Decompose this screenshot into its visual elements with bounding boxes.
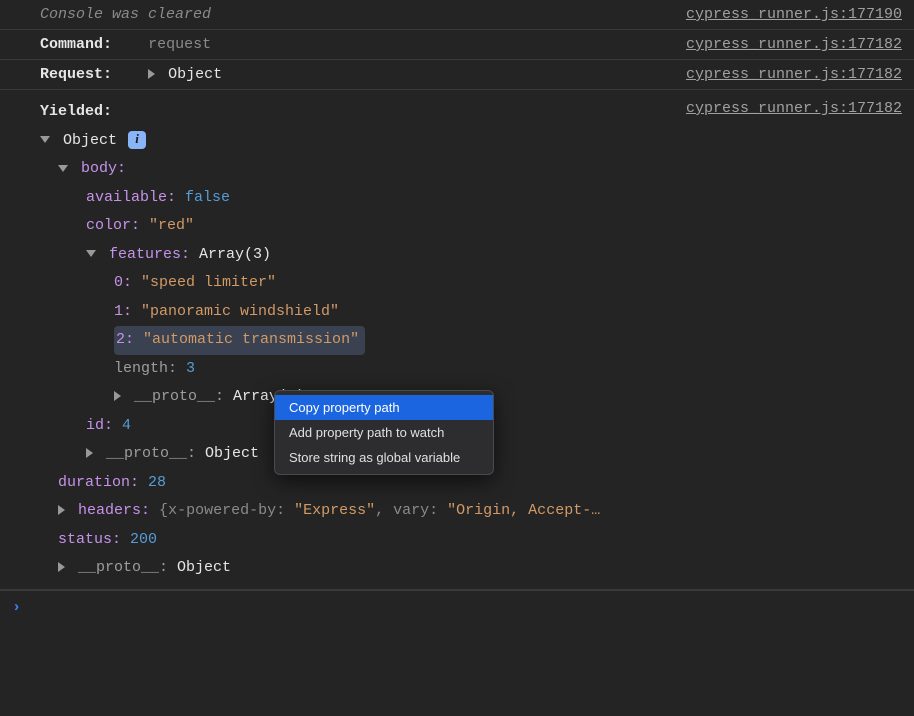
expand-arrow-icon[interactable]: [58, 505, 65, 515]
inline-key: x-powered-by:: [168, 502, 285, 519]
prop-value: false: [185, 189, 230, 206]
cleared-text: Console was cleared: [40, 6, 686, 23]
command-value: request: [148, 36, 211, 53]
menu-item-copy-property-path[interactable]: Copy property path: [275, 395, 493, 420]
collapse-arrow-icon[interactable]: [58, 165, 68, 172]
console-row-command: Command: request cypress_runner.js:17718…: [0, 30, 914, 60]
object-title[interactable]: Object: [63, 132, 117, 149]
prop-value: 3: [186, 360, 195, 377]
inline-value: "Origin, Accept-…: [447, 502, 600, 519]
inline-key: vary:: [393, 502, 438, 519]
expand-arrow-icon[interactable]: [148, 69, 155, 79]
collapse-arrow-icon[interactable]: [86, 250, 96, 257]
request-label: Request:: [40, 66, 112, 83]
info-icon[interactable]: i: [128, 131, 146, 149]
prop-key[interactable]: status:: [58, 531, 121, 548]
prop-value: 4: [122, 417, 131, 434]
source-link[interactable]: cypress_runner.js:177182: [686, 66, 902, 83]
source-link[interactable]: cypress_runner.js:177182: [686, 36, 902, 53]
prop-value: "red": [149, 217, 194, 234]
collapse-arrow-icon[interactable]: [40, 136, 50, 143]
prop-key[interactable]: __proto__:: [78, 559, 168, 576]
prop-key-headers[interactable]: headers:: [78, 502, 150, 519]
console-row-yielded: Yielded: Object i body: available: false…: [0, 90, 914, 590]
prop-value[interactable]: Object: [177, 559, 231, 576]
prop-key[interactable]: id:: [86, 417, 113, 434]
console-row-request: Request: Object cypress_runner.js:177182: [0, 60, 914, 90]
menu-item-add-to-watch[interactable]: Add property path to watch: [275, 420, 493, 445]
source-link[interactable]: cypress_runner.js:177190: [686, 6, 902, 23]
prop-key[interactable]: 0:: [114, 274, 132, 291]
prop-value: "speed limiter": [141, 274, 276, 291]
prop-key[interactable]: duration:: [58, 474, 139, 491]
expand-arrow-icon[interactable]: [114, 391, 121, 401]
separator: ,: [375, 502, 393, 519]
inline-value: "Express": [294, 502, 375, 519]
menu-item-store-global[interactable]: Store string as global variable: [275, 445, 493, 470]
brace: {: [159, 502, 168, 519]
request-value[interactable]: Object: [168, 66, 222, 83]
command-label: Command:: [40, 36, 112, 53]
prop-key[interactable]: length:: [114, 360, 177, 377]
prop-value[interactable]: Object: [205, 445, 259, 462]
source-link[interactable]: cypress_runner.js:177182: [686, 100, 902, 117]
context-menu: Copy property path Add property path to …: [274, 390, 494, 475]
prop-value: "automatic transmission": [143, 331, 359, 348]
yielded-label: Yielded:: [40, 103, 112, 120]
expand-arrow-icon[interactable]: [86, 448, 93, 458]
console-row-cleared: Console was cleared cypress_runner.js:17…: [0, 0, 914, 30]
prop-key-body[interactable]: body:: [81, 160, 126, 177]
prop-key[interactable]: available:: [86, 189, 176, 206]
prop-key[interactable]: color:: [86, 217, 140, 234]
highlighted-property[interactable]: 2: "automatic transmission": [114, 326, 365, 355]
prop-key[interactable]: __proto__:: [134, 388, 224, 405]
prop-value: "panoramic windshield": [141, 303, 339, 320]
prop-value: 28: [148, 474, 166, 491]
prop-value: 200: [130, 531, 157, 548]
prop-key[interactable]: __proto__:: [106, 445, 196, 462]
chevron-right-icon: ›: [12, 599, 21, 616]
prop-key[interactable]: 1:: [114, 303, 132, 320]
prop-key-features[interactable]: features:: [109, 246, 190, 263]
console-prompt[interactable]: ›: [0, 590, 914, 624]
prop-value[interactable]: Array(3): [199, 246, 271, 263]
expand-arrow-icon[interactable]: [58, 562, 65, 572]
prop-key[interactable]: 2:: [116, 331, 134, 348]
